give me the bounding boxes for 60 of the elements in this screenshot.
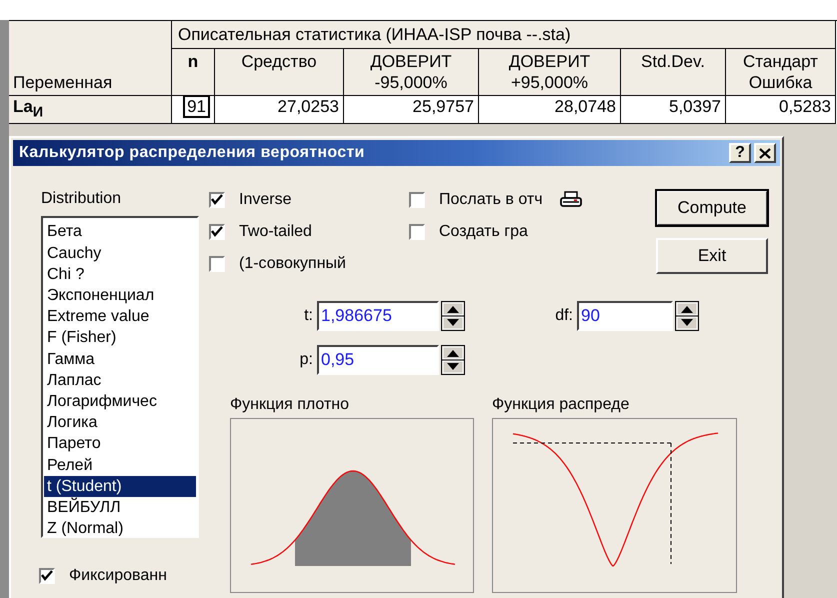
checkbox-label: (1-совокупный xyxy=(239,255,346,274)
checkbox[interactable] xyxy=(39,568,55,584)
checkbox-label: Создать гра xyxy=(439,223,528,242)
plot-title: Функция распреде xyxy=(492,396,630,414)
table-cell: 91 xyxy=(183,95,210,118)
spin-button[interactable] xyxy=(675,301,699,332)
column-header: Стандарт Ошибка xyxy=(726,49,836,96)
close-icon[interactable] xyxy=(759,148,771,159)
dialog-button[interactable]: Compute xyxy=(656,190,768,226)
column-header: Переменная xyxy=(9,21,172,96)
table-title: Описательная статистика (ИНАА-ISP почва --.sta) xyxy=(172,21,836,49)
help-button[interactable]: ? xyxy=(729,143,751,164)
list-item[interactable]: ВЕЙБУЛЛ xyxy=(44,497,196,518)
input-field[interactable]: 90 xyxy=(577,301,673,332)
input-field[interactable]: 0,95 xyxy=(317,345,439,376)
field-label: p: xyxy=(298,351,314,370)
table-cell: 25,9757 xyxy=(344,96,479,124)
checkbox-label: Two-tailed xyxy=(239,223,312,242)
checkbox[interactable] xyxy=(209,192,225,208)
list-item[interactable]: t (Student) xyxy=(44,476,196,498)
list-item[interactable]: Логика xyxy=(44,412,196,434)
list-label: Distribution xyxy=(41,190,122,208)
checkbox[interactable] xyxy=(409,192,425,208)
row-header: La$_{И}$ xyxy=(9,96,172,124)
list-item[interactable]: Логарифмичес xyxy=(44,391,196,412)
spin-button[interactable] xyxy=(441,301,465,332)
list-item[interactable]: Парето xyxy=(44,433,196,455)
list-item[interactable]: Extreme value xyxy=(44,306,196,328)
field-label: df: xyxy=(554,307,574,326)
column-header: ДОВЕРИТ +95,000% xyxy=(479,49,621,96)
column-header: Std.Dev. xyxy=(621,49,726,96)
list-item[interactable]: Cauchy xyxy=(44,242,196,264)
checkbox[interactable] xyxy=(209,224,225,240)
list-item[interactable]: Бета xyxy=(44,221,196,243)
checkbox[interactable] xyxy=(209,256,225,272)
table-cell: 0,5283 xyxy=(726,96,836,124)
close-button[interactable] xyxy=(754,143,776,164)
checkbox-label: Inverse xyxy=(239,191,292,210)
input-field[interactable]: 1,986675 xyxy=(317,301,439,332)
list-item[interactable]: Chi ? xyxy=(44,264,196,285)
column-header: n xyxy=(172,49,215,96)
list-item[interactable]: F (Fisher) xyxy=(44,327,196,349)
list-item[interactable]: Лаплас xyxy=(44,370,196,392)
column-header: ДОВЕРИТ -95,000% xyxy=(344,49,479,96)
list-item[interactable]: Z (Normal) xyxy=(44,518,196,536)
dialog-button[interactable]: Exit xyxy=(656,238,768,274)
table-cell: 5,0397 xyxy=(621,96,726,124)
list-item[interactable]: Гамма xyxy=(44,348,196,370)
column-header: Средство xyxy=(215,49,344,96)
plot-title: Функция плотно xyxy=(230,396,350,414)
checkbox[interactable] xyxy=(409,224,425,240)
table-cell: 27,0253 xyxy=(215,96,344,124)
checkbox-label: Фиксированн xyxy=(69,567,167,586)
table-cell: 28,0748 xyxy=(479,96,621,124)
list-item[interactable]: Экспоненциал xyxy=(44,285,196,306)
checkbox-label: Послать в отч xyxy=(439,191,543,210)
list-item[interactable]: Релей xyxy=(44,454,196,476)
field-label: t: xyxy=(303,307,314,326)
spin-button[interactable] xyxy=(441,345,465,376)
window-title: Калькулятор распределения вероятности xyxy=(19,144,366,162)
